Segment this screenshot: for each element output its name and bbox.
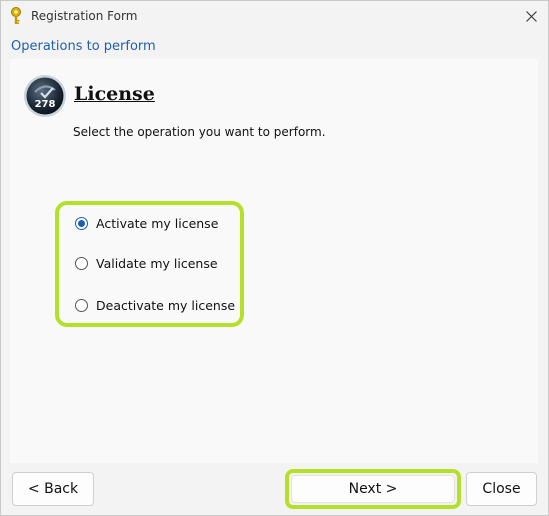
option-label: Validate my license [96, 256, 218, 271]
section-title: Operations to perform [11, 39, 156, 54]
radio-button-checked[interactable] [75, 217, 88, 230]
radio-button[interactable] [75, 257, 88, 270]
option-validate[interactable]: Validate my license [75, 256, 218, 271]
operation-options-group: Activate my license Validate my license … [55, 201, 244, 327]
license-badge-icon: 278 [24, 75, 66, 117]
title-bar: Registration Form [1, 1, 548, 31]
content-panel: 278 License Select the operation you wan… [10, 59, 538, 463]
next-button[interactable]: Next > [291, 475, 455, 503]
radio-button[interactable] [75, 299, 88, 312]
window-title: Registration Form [31, 9, 138, 23]
option-label: Deactivate my license [96, 298, 236, 313]
key-icon [11, 7, 21, 24]
window-close-button[interactable] [514, 1, 548, 31]
close-icon [525, 10, 537, 22]
option-activate[interactable]: Activate my license [75, 216, 218, 231]
option-label: Activate my license [96, 216, 219, 231]
instruction-text: Select the operation you want to perform… [73, 125, 326, 139]
option-deactivate[interactable]: Deactivate my license [75, 298, 235, 313]
registration-window: Registration Form Operations to perform … [0, 0, 549, 516]
close-button[interactable]: Close [466, 472, 537, 506]
badge-number: 278 [35, 99, 56, 110]
back-button[interactable]: < Back [12, 472, 94, 506]
page-title: License [74, 83, 155, 105]
